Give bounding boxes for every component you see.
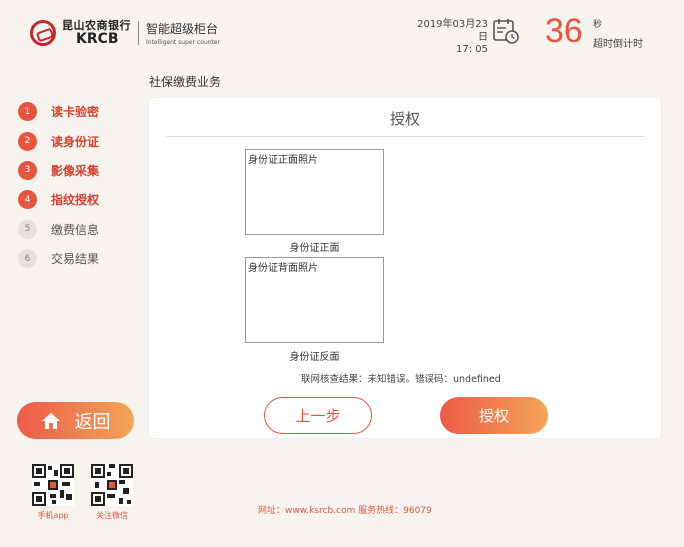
step-item: 4 指纹授权 bbox=[18, 185, 99, 214]
step-number: 2 bbox=[18, 131, 37, 151]
previous-step-button[interactable]: 上一步 bbox=[264, 397, 372, 434]
bank-name-cn: 昆山农商银行 bbox=[62, 19, 131, 32]
step-number: 3 bbox=[18, 160, 37, 180]
step-item: 6 交易结果 bbox=[18, 244, 99, 273]
id-back-caption: 身份证反面 bbox=[289, 352, 340, 363]
countdown-unit: 秒 bbox=[593, 20, 603, 30]
step-item: 5 缴费信息 bbox=[18, 215, 99, 244]
step-number: 1 bbox=[18, 102, 37, 122]
id-front-photo-alt: 身份证正面照片 bbox=[248, 155, 318, 166]
id-back-photo: 身份证背面照片 bbox=[245, 257, 384, 343]
step-label: 缴费信息 bbox=[51, 222, 100, 237]
step-list: 1 读卡验密 2 读身份证 3 影像采集 4 指纹授权 5 缴费信息 6 交易结… bbox=[18, 97, 99, 273]
product-name: 智能超级柜台 Intelligent super counter bbox=[146, 20, 220, 46]
step-label: 交易结果 bbox=[51, 252, 100, 267]
time-text: 17: 05 bbox=[456, 44, 488, 55]
step-label: 影像采集 bbox=[51, 163, 100, 178]
step-label: 指纹授权 bbox=[51, 193, 100, 208]
footer-info: 网址：www.ksrcb.com 服务热线：96079 bbox=[258, 506, 432, 516]
bank-name: 昆山农商银行 KRCB bbox=[62, 20, 131, 46]
step-item: 1 读卡验密 bbox=[18, 97, 99, 126]
id-front-photo: 身份证正面照片 bbox=[245, 149, 384, 235]
countdown-label: 超时倒计时 bbox=[593, 39, 643, 50]
business-title: 社保缴费业务 bbox=[149, 75, 222, 89]
step-item: 3 影像采集 bbox=[18, 156, 99, 185]
step-number: 4 bbox=[18, 190, 37, 210]
app-qr-caption: 手机app bbox=[37, 511, 69, 520]
wechat-qr-code bbox=[91, 464, 133, 506]
wechat-qr-caption: 关注微信 bbox=[96, 511, 128, 520]
step-label: 读身份证 bbox=[51, 134, 100, 149]
date-text: 2019年03月23日 bbox=[417, 19, 488, 43]
id-front-caption: 身份证正面 bbox=[289, 243, 340, 254]
bank-name-en: KRCB bbox=[76, 30, 119, 47]
calendar-clock-icon bbox=[493, 19, 519, 44]
auth-panel: 授权 身份证正面照片 身份证正面 身份证背面照片 身份证反面 联网核查结果：未知… bbox=[148, 97, 662, 439]
panel-title: 授权 bbox=[389, 110, 420, 128]
krcb-logo-icon bbox=[30, 20, 56, 47]
product-name-en: Intelligent super counter bbox=[146, 39, 221, 47]
countdown-value: 36 bbox=[545, 12, 583, 50]
home-icon bbox=[41, 412, 60, 429]
back-button[interactable]: 返回 bbox=[17, 402, 134, 439]
authorize-button[interactable]: 授权 bbox=[440, 397, 548, 434]
step-item: 2 读身份证 bbox=[18, 126, 99, 155]
step-number: 5 bbox=[18, 219, 37, 239]
datetime: 2019年03月23日 17: 05 bbox=[410, 19, 488, 57]
step-number: 6 bbox=[18, 249, 37, 269]
back-button-label: 返回 bbox=[74, 411, 111, 433]
step-label: 读卡验密 bbox=[51, 105, 100, 120]
product-name-cn: 智能超级柜台 bbox=[146, 22, 219, 37]
title-divider bbox=[165, 136, 645, 137]
bank-logo: 昆山农商银行 KRCB 智能超级柜台 Intelligent super cou… bbox=[30, 20, 220, 47]
logo-divider bbox=[138, 21, 139, 46]
app-qr-code bbox=[32, 464, 74, 506]
id-back-photo-alt: 身份证背面照片 bbox=[248, 263, 318, 274]
verification-result: 联网核查结果：未知错误。错误码：undefined bbox=[301, 374, 501, 385]
